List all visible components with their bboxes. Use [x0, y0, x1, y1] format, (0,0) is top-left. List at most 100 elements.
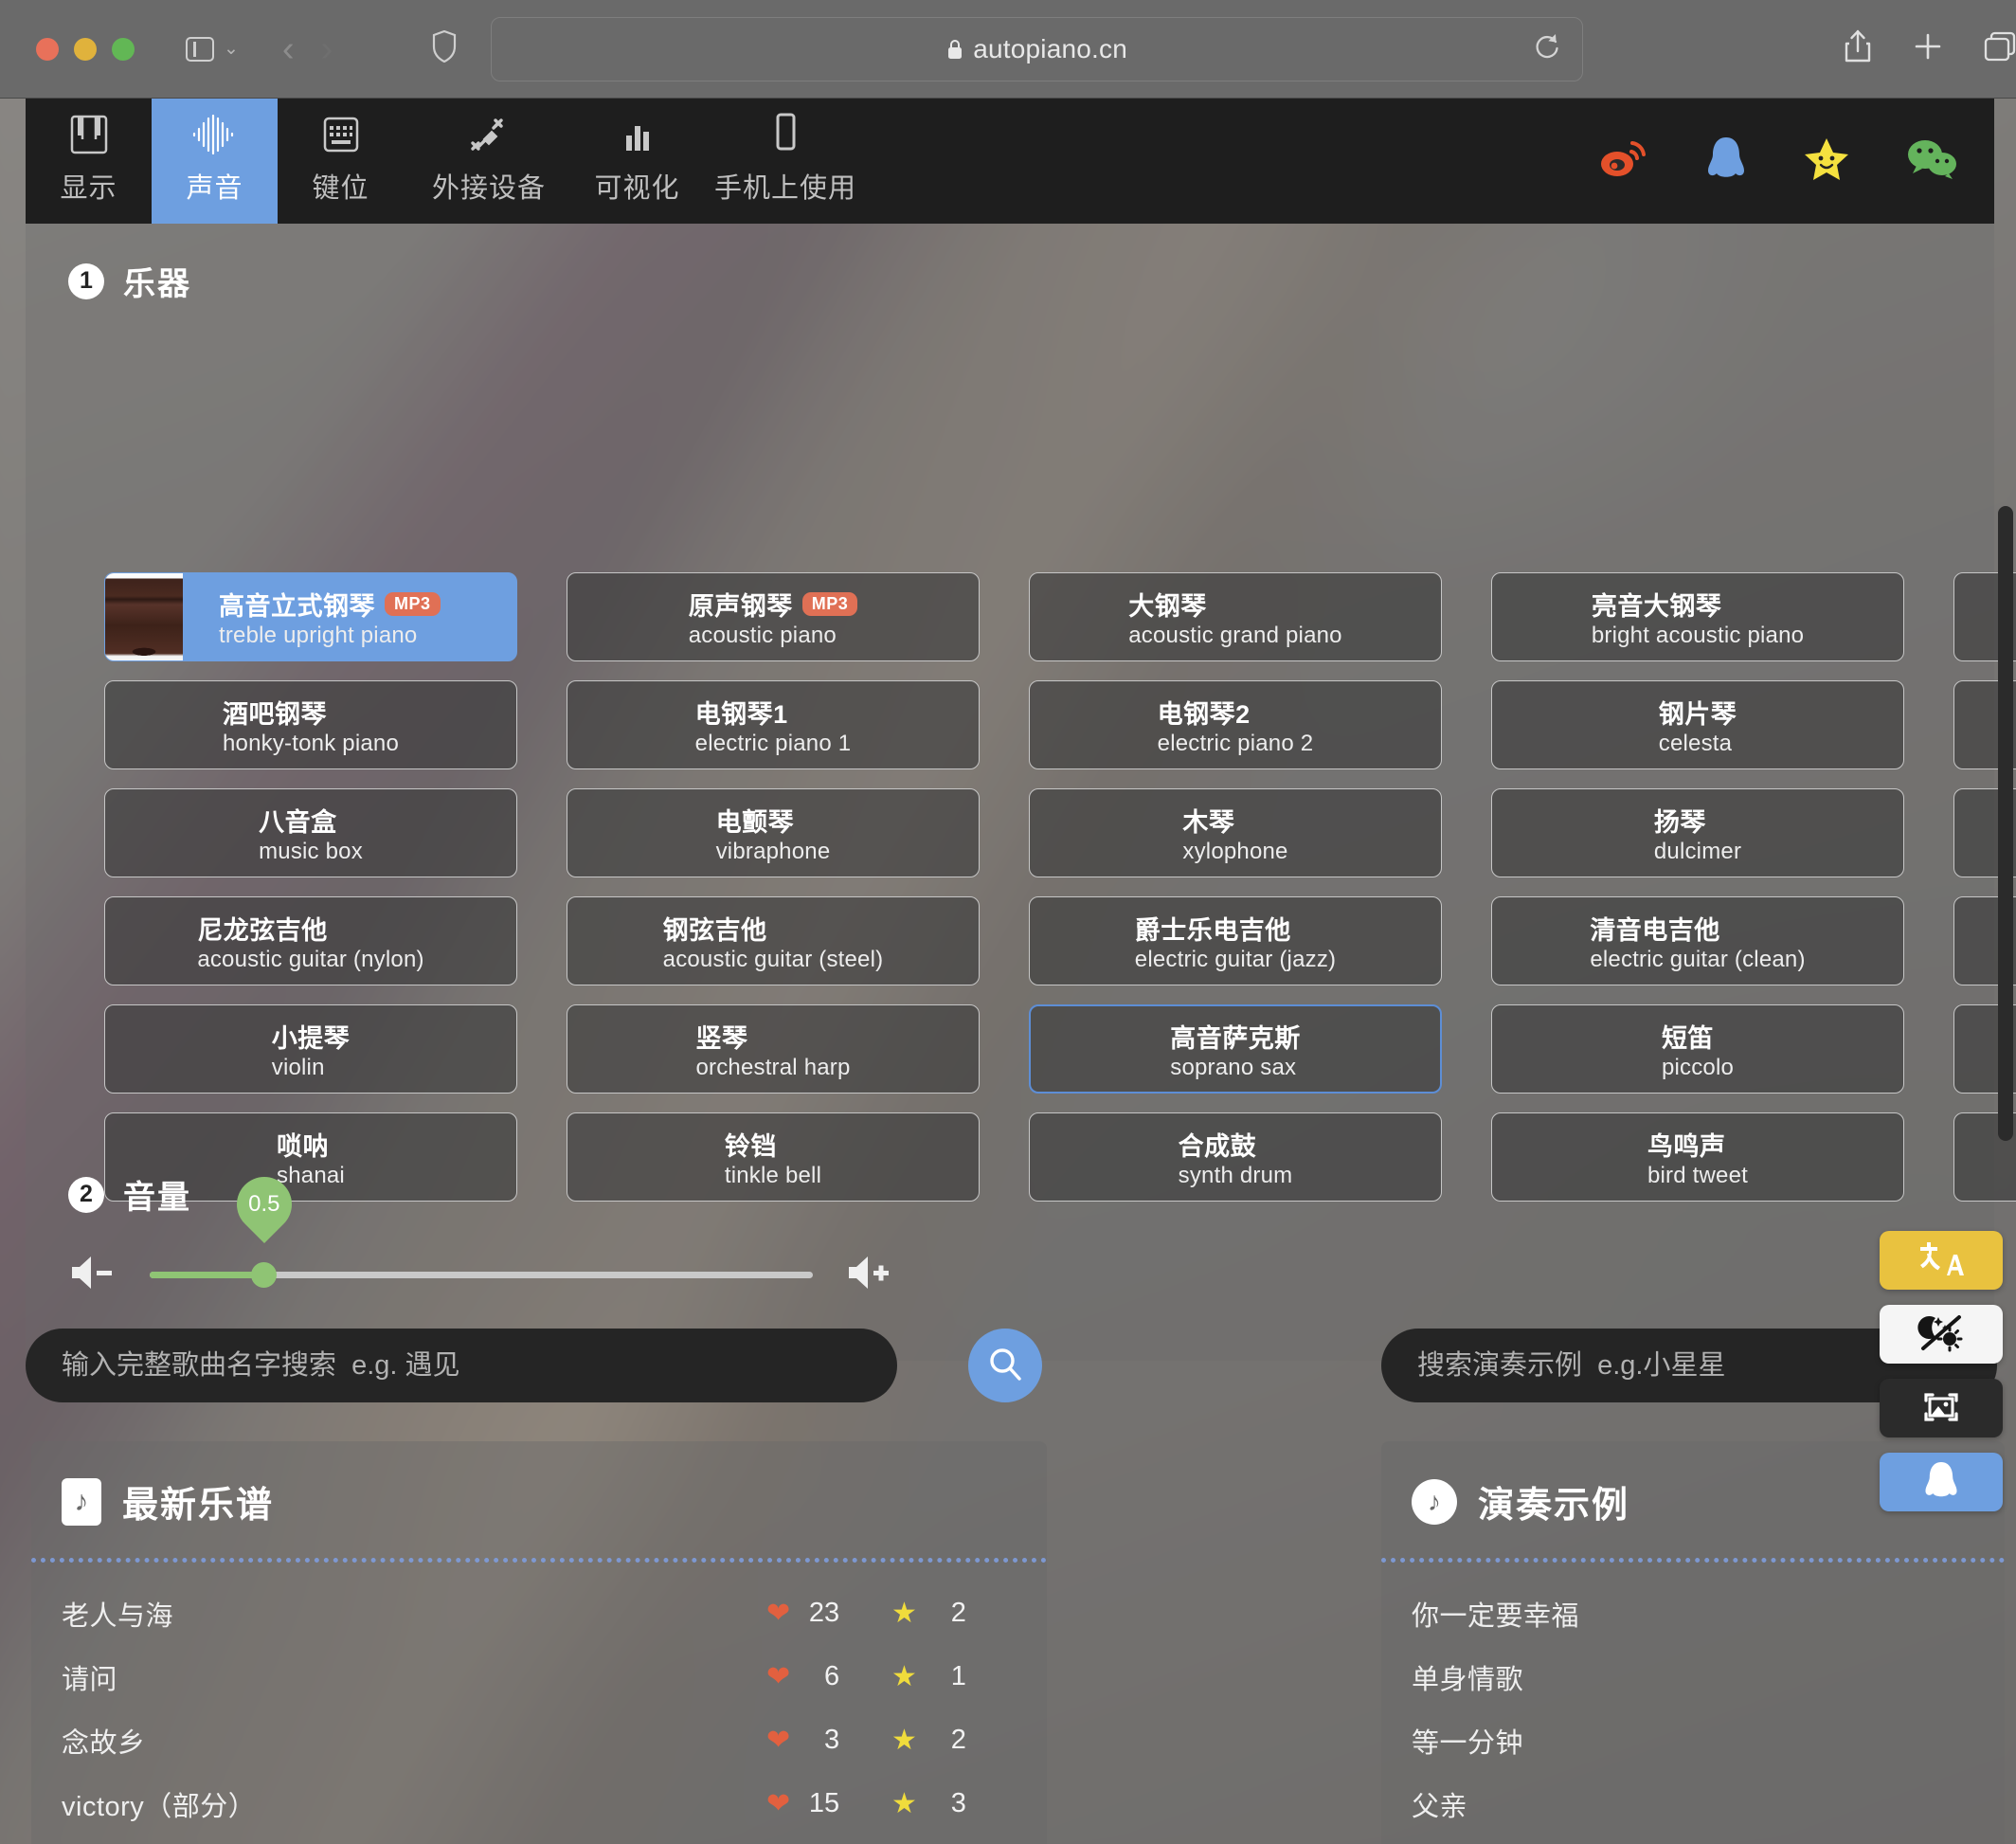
- dark-mode-button[interactable]: [1880, 1305, 2003, 1364]
- page-scrollbar[interactable]: [1995, 99, 2016, 1844]
- instrument-card[interactable]: 高音萨克斯 soprano sax: [1029, 1004, 1442, 1094]
- instrument-card[interactable]: 八音盒 music box: [104, 788, 517, 877]
- nav-tab-external-devices[interactable]: 外接设备: [404, 99, 574, 224]
- instrument-card[interactable]: 尼龙弦吉他 acoustic guitar (nylon): [104, 896, 517, 985]
- demo-row[interactable]: 等一分钟: [1412, 1708, 1974, 1772]
- screenshot-button[interactable]: [1880, 1379, 2003, 1437]
- volume-down-icon[interactable]: [68, 1252, 117, 1298]
- star-stat: ★ 2: [891, 1724, 1017, 1757]
- star-count: 1: [950, 1661, 966, 1691]
- nav-tab-keys[interactable]: 键位: [278, 99, 404, 224]
- instrument-card[interactable]: 短笛 piccolo: [1491, 1004, 1904, 1094]
- section-title: 音量: [123, 1180, 191, 1216]
- close-window-button[interactable]: [36, 37, 59, 61]
- instrument-card[interactable]: 电钢琴2 electric piano 2: [1029, 680, 1442, 769]
- nav-tab-mobile[interactable]: 手机上使用: [700, 99, 871, 224]
- demo-row[interactable]: 单身情歌: [1412, 1645, 1974, 1708]
- maximize-window-button[interactable]: [112, 37, 135, 61]
- instrument-card[interactable]: 小提琴 violin: [104, 1004, 517, 1094]
- minimize-window-button[interactable]: [74, 37, 97, 61]
- star-icon[interactable]: [1803, 136, 1850, 187]
- demo-row[interactable]: 父亲: [1412, 1772, 1974, 1835]
- nav-tab-display[interactable]: 显示: [26, 99, 152, 224]
- instrument-name-cn: 钢片琴: [1658, 699, 1737, 729]
- instrument-name-cn: 短笛: [1661, 1023, 1714, 1053]
- score-stats: ❤ 23 ★ 2: [766, 1597, 1017, 1630]
- instrument-name-cn: 竖琴: [695, 1023, 748, 1053]
- score-row[interactable]: 请问 ❤ 6 ★ 1: [62, 1645, 1017, 1708]
- chevron-down-icon[interactable]: ⌄: [224, 40, 239, 58]
- panel-header: ♪ 最新乐谱: [31, 1441, 1047, 1528]
- instrument-card[interactable]: 亮音大钢琴 bright acoustic piano: [1491, 572, 1904, 661]
- bar-chart-icon: [619, 117, 657, 154]
- instrument-name-cn: 木琴: [1182, 807, 1235, 837]
- instrument-name-cn: 扬琴: [1653, 807, 1706, 837]
- instrument-name-cn: 唢呐: [277, 1131, 330, 1161]
- instrument-name-cn: 小提琴: [271, 1023, 351, 1053]
- instrument-card[interactable]: 钢弦吉他 acoustic guitar (steel): [567, 896, 980, 985]
- wechat-icon[interactable]: [1905, 137, 1958, 186]
- plug-icon: [467, 117, 511, 154]
- translate-button[interactable]: [1880, 1231, 2003, 1290]
- volume-up-icon[interactable]: [845, 1252, 894, 1298]
- share-icon[interactable]: [1844, 29, 1872, 68]
- star-stat: ★ 3: [891, 1787, 1017, 1820]
- forward-button[interactable]: ›: [321, 31, 333, 67]
- instrument-name-cn: 钢弦吉他: [662, 915, 767, 945]
- qq-button[interactable]: [1880, 1453, 2003, 1511]
- back-button[interactable]: ‹: [282, 31, 295, 67]
- tab-overview-icon[interactable]: [1984, 31, 2016, 66]
- instrument-name-cn: 电钢琴2: [1157, 699, 1251, 729]
- instrument-card[interactable]: 大钢琴 acoustic grand piano: [1029, 572, 1442, 661]
- star-stat: ★ 1: [891, 1660, 1017, 1693]
- scrollbar-thumb[interactable]: [1998, 506, 2013, 1141]
- star-icon: ★: [891, 1661, 917, 1692]
- nav-tab-label: 显示: [60, 173, 117, 204]
- qq-icon[interactable]: [1704, 136, 1748, 188]
- nav-tab-sound[interactable]: 声音: [152, 99, 278, 224]
- instrument-card[interactable]: 电钢琴1 electric piano 1: [567, 680, 980, 769]
- search-button[interactable]: [968, 1329, 1042, 1402]
- reload-icon[interactable]: [1533, 31, 1561, 66]
- volume-slider-knob[interactable]: [251, 1262, 277, 1288]
- demo-row[interactable]: 你一定要幸福: [1412, 1582, 1974, 1645]
- panel-divider: [31, 1558, 1047, 1563]
- nav-tab-label: 可视化: [594, 173, 680, 204]
- instrument-card[interactable]: 扬琴 dulcimer: [1491, 788, 1904, 877]
- score-row[interactable]: 念故乡 ❤ 3 ★ 2: [62, 1708, 1017, 1772]
- floating-toolbar: [1880, 1231, 2003, 1511]
- instrument-card[interactable]: 爵士乐电吉他 electric guitar (jazz): [1029, 896, 1442, 985]
- sidebar-toggle-button[interactable]: ⌄: [186, 36, 239, 62]
- url-bar[interactable]: autopiano.cn: [491, 16, 1583, 81]
- score-row[interactable]: 老人与海 ❤ 23 ★ 2: [62, 1582, 1017, 1645]
- instruments-section-header: 1 乐器: [26, 224, 1994, 304]
- demo-name: 父亲: [1412, 1791, 1468, 1822]
- mp3-badge: MP3: [801, 591, 858, 616]
- instrument-name-cn: 合成鼓: [1178, 1131, 1257, 1161]
- instrument-card[interactable]: 木琴 xylophone: [1029, 788, 1442, 877]
- score-row[interactable]: victory（部分） ❤ 15 ★ 3: [62, 1772, 1017, 1835]
- nav-tab-visualization[interactable]: 可视化: [574, 99, 700, 224]
- heart-icon: ❤: [766, 1661, 791, 1692]
- instrument-card[interactable]: 合成鼓 synth drum: [1029, 1112, 1442, 1202]
- instrument-name-en: bright acoustic piano: [1591, 622, 1805, 648]
- volume-slider-track[interactable]: 0.5: [150, 1165, 813, 1288]
- instrument-card[interactable]: 竖琴 orchestral harp: [567, 1004, 980, 1094]
- instrument-card[interactable]: 高音立式钢琴 MP3 treble upright piano: [104, 572, 517, 661]
- instrument-name-cn: 鸟鸣声: [1647, 1131, 1726, 1161]
- weibo-icon[interactable]: [1596, 137, 1649, 186]
- instrument-card[interactable]: 原声钢琴 MP3 acoustic piano: [567, 572, 980, 661]
- score-search-input[interactable]: [26, 1329, 897, 1402]
- score-name: 请问: [62, 1664, 118, 1695]
- star-icon: ★: [891, 1788, 917, 1819]
- instrument-name-cn: 高音立式钢琴 MP3: [219, 586, 441, 623]
- shield-icon[interactable]: [432, 29, 457, 67]
- heart-icon: ❤: [766, 1788, 791, 1819]
- instrument-card[interactable]: 电颤琴 vibraphone: [567, 788, 980, 877]
- instrument-card[interactable]: 鸟鸣声 bird tweet: [1491, 1112, 1904, 1202]
- instrument-card[interactable]: 清音电吉他 electric guitar (clean): [1491, 896, 1904, 985]
- instrument-card[interactable]: 酒吧钢琴 honky-tonk piano: [104, 680, 517, 769]
- instrument-card[interactable]: 钢片琴 celesta: [1491, 680, 1904, 769]
- plus-icon[interactable]: [1914, 32, 1942, 65]
- star-icon: ★: [891, 1598, 917, 1629]
